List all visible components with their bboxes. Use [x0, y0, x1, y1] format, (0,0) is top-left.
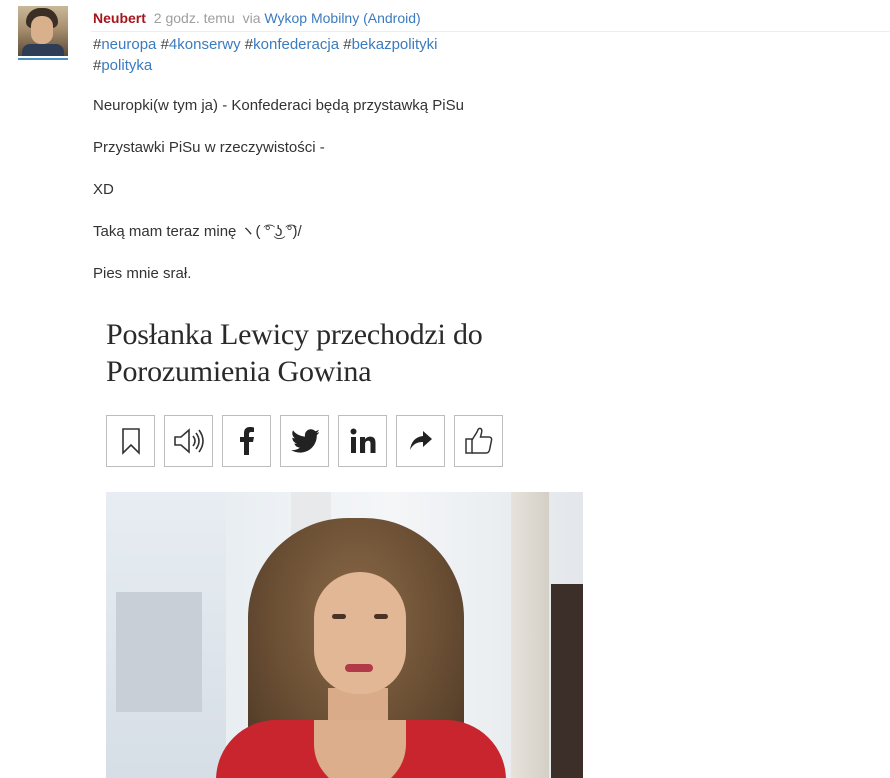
tag-name: 4konserwy	[168, 36, 241, 53]
article-photo	[106, 492, 583, 778]
tag-hash: #	[160, 36, 169, 53]
post-line-1: Neuropki(w tym ja) - Konfederaci będą pr…	[93, 97, 464, 114]
article-headline: Posłanka Lewicy przechodzi do Porozumien…	[106, 316, 586, 390]
avatar-shirt	[22, 44, 64, 56]
photo-column	[511, 492, 549, 778]
tag-link-4konserwy[interactable]: #4konserwy	[161, 36, 241, 53]
photo-doorway	[551, 584, 583, 778]
post-time[interactable]: 2 godz. temu	[154, 10, 235, 26]
photo-chest	[314, 720, 406, 778]
post-line-2: Przystawki PiSu w rzeczywistości -	[93, 139, 325, 156]
post-line-5: Pies mnie srał.	[93, 265, 192, 282]
post-line-3: XD	[93, 181, 114, 198]
tag-list: #neuropa #4konserwy #konfederacja #bekaz…	[93, 34, 513, 76]
headline-line-2: Porozumienia Gowina	[106, 355, 372, 388]
tag-link-neuropa[interactable]: #neuropa	[93, 36, 156, 53]
headline-line-1: Posłanka Lewicy przechodzi do	[106, 318, 483, 351]
photo-eye	[332, 614, 346, 619]
avatar-underline	[18, 58, 68, 60]
photo-plaque	[116, 592, 202, 712]
post-line-4: Taką mam teraz minę ヽ( ͡° ͜ʖ ͡°)/	[93, 223, 302, 240]
thumbs-up-icon	[454, 415, 503, 467]
tag-link-bekazpolityki[interactable]: #bekazpolityki	[343, 36, 437, 53]
facebook-icon	[222, 415, 271, 467]
avatar-face	[31, 16, 53, 44]
tag-name: konfederacja	[253, 36, 340, 53]
tag-name: neuropa	[101, 36, 157, 53]
tag-name: polityka	[101, 57, 153, 74]
tag-hash: #	[244, 36, 254, 53]
tag-hash: #	[343, 36, 352, 53]
tag-link-polityka[interactable]: #polityka	[93, 57, 152, 74]
client-link[interactable]: Wykop Mobilny (Android)	[264, 10, 420, 26]
post-header: Neubert 2 godz. temu via Wykop Mobilny (…	[93, 9, 421, 27]
tag-name: bekazpolityki	[351, 36, 438, 53]
photo-eye	[374, 614, 388, 619]
bookmark-icon	[106, 415, 155, 467]
photo-lips	[345, 664, 373, 672]
photo-face	[314, 572, 406, 694]
tag-link-konfederacja[interactable]: #konfederacja	[245, 36, 339, 53]
via-label: via	[242, 10, 261, 26]
share-arrow-icon	[396, 415, 445, 467]
avatar[interactable]	[18, 6, 68, 56]
twitter-icon	[280, 415, 329, 467]
linkedin-icon	[338, 415, 387, 467]
embedded-image[interactable]: Posłanka Lewicy przechodzi do Porozumien…	[94, 302, 594, 778]
header-divider	[91, 31, 890, 32]
author-link[interactable]: Neubert	[93, 10, 146, 26]
speaker-icon	[164, 415, 213, 467]
